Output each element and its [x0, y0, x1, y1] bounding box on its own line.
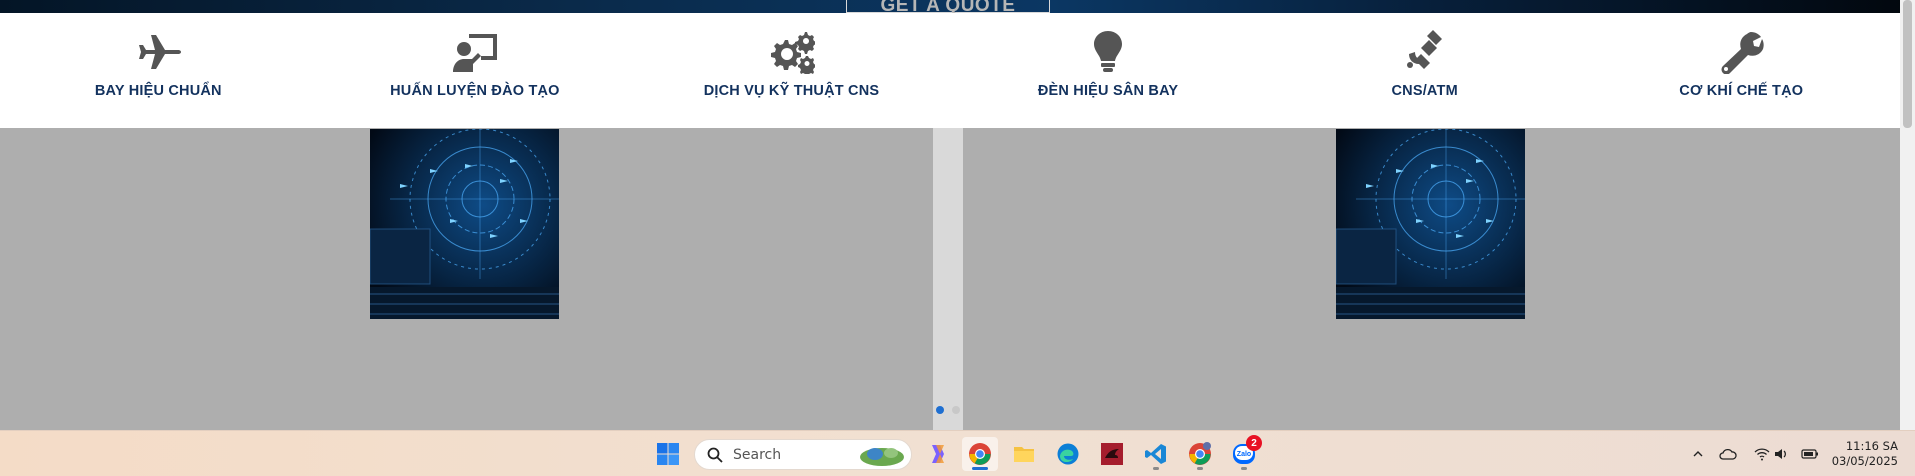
service-label: ĐÈN HIỆU SÂN BAY [1037, 83, 1179, 99]
svg-text:Zalo: Zalo [1237, 451, 1251, 458]
file-explorer-icon [1014, 447, 1034, 462]
teacher-icon [448, 29, 502, 75]
windows-taskbar: Search Zalo 2 11:16 SA 03/05/2025 [0, 430, 1915, 476]
service-label: HUẤN LUYỆN ĐÀO TẠO [390, 83, 560, 99]
service-label: CNS/ATM [1391, 83, 1458, 99]
service-den-hieu-san-bay[interactable]: ĐÈN HIỆU SÂN BAY [950, 13, 1267, 128]
service-cns-atm[interactable]: CNS/ATM [1266, 13, 1583, 128]
slider-dot-2[interactable] [952, 406, 960, 414]
wifi-tray[interactable] [1752, 444, 1772, 464]
active-indicator [972, 467, 988, 470]
taskbar-edge[interactable] [1050, 437, 1086, 471]
hero-banner: GET A QUOTE [0, 0, 1915, 13]
taskbar-vscode[interactable] [1138, 437, 1174, 471]
wrench-icon [1714, 29, 1768, 75]
cloud-icon [1719, 448, 1737, 460]
service-huan-luyen-dao-tao[interactable]: HUẤN LUYỆN ĐÀO TẠO [317, 13, 634, 128]
onedrive-tray[interactable] [1718, 444, 1738, 464]
slider-pagination [936, 406, 960, 414]
taskbar-red-app[interactable] [1094, 437, 1130, 471]
satellite-icon [1398, 29, 1452, 75]
taskbar-zalo[interactable]: Zalo 2 [1226, 435, 1262, 471]
running-indicator [1153, 467, 1159, 470]
slider-dot-1[interactable] [936, 406, 944, 414]
service-label: DỊCH VỤ KỸ THUẬT CNS [703, 83, 880, 99]
running-indicator [1197, 467, 1203, 470]
chrome-icon [969, 443, 991, 465]
copilot-icon [932, 445, 944, 463]
vscode-icon [1145, 444, 1166, 464]
search-placeholder: Search [733, 446, 782, 463]
wifi-icon [1754, 448, 1770, 461]
show-hidden-icons[interactable] [1688, 444, 1708, 464]
atc-radar-image [370, 129, 559, 319]
edge-icon [1057, 443, 1079, 465]
atc-radar-image [1336, 129, 1525, 319]
service-co-khi-che-tao[interactable]: CƠ KHÍ CHẾ TẠO [1583, 13, 1900, 128]
page-scrollbar-thumb[interactable] [1903, 0, 1912, 128]
lightbulb-icon [1081, 29, 1135, 75]
battery-icon [1801, 449, 1818, 459]
service-dich-vu-ky-thuat-cns[interactable]: DỊCH VỤ KỸ THUẬT CNS [633, 13, 950, 128]
battery-tray[interactable] [1800, 444, 1820, 464]
windows-start-icon [657, 443, 679, 465]
gears-icon [764, 29, 818, 75]
clock-date: 03/05/2025 [1831, 454, 1898, 468]
chrome-profile-icon [1189, 442, 1211, 465]
taskbar-chrome[interactable] [962, 437, 998, 471]
notification-badge: 2 [1246, 435, 1262, 451]
speaker-icon [1775, 449, 1786, 459]
slide [0, 128, 933, 430]
taskbar-chrome-profile[interactable] [1182, 437, 1218, 471]
image-slider [0, 128, 1900, 430]
slider-divider [933, 128, 963, 430]
plane-icon [131, 29, 185, 75]
running-indicator [1241, 467, 1247, 470]
chevron-up-icon [1693, 451, 1703, 457]
red-app-icon [1101, 443, 1123, 465]
search-highlight-icon [860, 448, 904, 466]
services-bar: BAY HIỆU CHUẨN HUẤN LUYỆN ĐÀO TẠO DỊCH V… [0, 13, 1900, 128]
service-bay-hieu-chuan[interactable]: BAY HIỆU CHUẨN [0, 13, 317, 128]
get-a-quote-button[interactable]: GET A QUOTE [846, 0, 1050, 13]
search-icon [707, 447, 723, 463]
taskbar-clock[interactable]: 11:16 SA 03/05/2025 [1826, 439, 1898, 469]
slide [963, 128, 1900, 430]
taskbar-copilot[interactable] [920, 437, 956, 471]
taskbar-file-explorer[interactable] [1006, 437, 1042, 471]
volume-tray[interactable] [1772, 444, 1792, 464]
clock-time: 11:16 SA [1845, 439, 1898, 453]
service-label: CƠ KHÍ CHẾ TẠO [1679, 83, 1804, 99]
start-button[interactable] [650, 437, 686, 471]
service-label: BAY HIỆU CHUẨN [94, 83, 222, 99]
taskbar-search[interactable]: Search [694, 439, 912, 470]
